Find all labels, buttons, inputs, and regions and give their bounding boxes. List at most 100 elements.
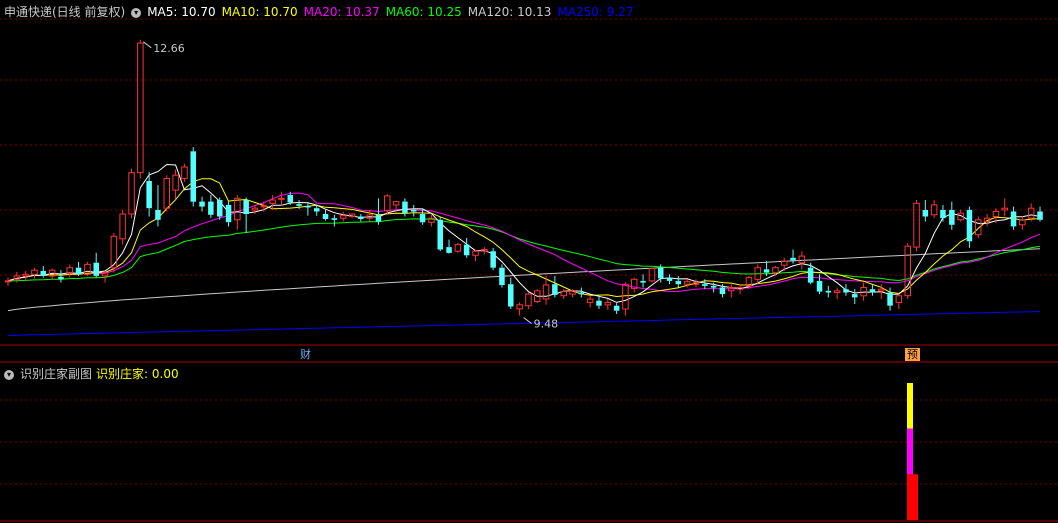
candle[interactable] xyxy=(1037,206,1043,222)
candle[interactable] xyxy=(314,205,320,216)
stock-title: 申通快递(日线 前复权) xyxy=(4,5,126,19)
candle[interactable] xyxy=(736,284,744,295)
candle[interactable] xyxy=(552,275,558,298)
candle-body xyxy=(4,280,12,283)
candlestick-series[interactable] xyxy=(4,39,1043,316)
candle[interactable] xyxy=(155,185,161,227)
price-annotations: 12.66 9.48 xyxy=(143,41,558,331)
candle[interactable] xyxy=(305,203,311,216)
candle[interactable] xyxy=(843,284,849,296)
candle-body xyxy=(217,200,223,217)
candle[interactable] xyxy=(904,242,911,300)
candle[interactable] xyxy=(454,242,462,253)
candle[interactable] xyxy=(31,267,38,279)
candle[interactable] xyxy=(949,201,955,230)
candle[interactable] xyxy=(481,247,488,255)
candle[interactable] xyxy=(922,199,929,222)
candle-body xyxy=(816,280,823,292)
candle[interactable] xyxy=(437,216,444,252)
candle[interactable] xyxy=(243,197,249,234)
financial-report-marker[interactable]: 财 xyxy=(298,348,313,361)
candle[interactable] xyxy=(225,201,232,227)
candle[interactable] xyxy=(172,169,179,200)
candle[interactable] xyxy=(1001,198,1008,217)
candle-body xyxy=(243,200,249,214)
candle[interactable] xyxy=(596,295,602,309)
candle[interactable] xyxy=(852,289,858,305)
candle-body xyxy=(895,295,903,303)
candle-body xyxy=(675,280,682,285)
candle[interactable] xyxy=(322,209,329,221)
candle[interactable] xyxy=(499,264,505,288)
candle[interactable] xyxy=(110,233,118,273)
candle[interactable] xyxy=(869,284,876,296)
candle[interactable] xyxy=(75,261,82,276)
candle[interactable] xyxy=(640,274,646,288)
candle[interactable] xyxy=(508,277,514,309)
candle-body xyxy=(719,287,726,295)
candle[interactable] xyxy=(278,191,285,206)
candle[interactable] xyxy=(428,214,435,227)
candle[interactable] xyxy=(22,270,29,281)
candle[interactable] xyxy=(137,39,144,179)
candle[interactable] xyxy=(754,264,761,285)
forecast-marker[interactable]: 预 xyxy=(905,348,920,361)
candle[interactable] xyxy=(199,196,205,212)
candle[interactable] xyxy=(631,277,638,293)
candle[interactable] xyxy=(895,294,903,309)
candle[interactable] xyxy=(833,287,841,300)
candle[interactable] xyxy=(366,209,373,222)
candle[interactable] xyxy=(604,299,612,310)
candle[interactable] xyxy=(1019,216,1026,230)
candle[interactable] xyxy=(208,195,214,219)
candle[interactable] xyxy=(358,214,364,222)
candle[interactable] xyxy=(446,239,452,254)
candle[interactable] xyxy=(666,274,673,285)
candle[interactable] xyxy=(128,168,135,219)
candle[interactable] xyxy=(40,266,47,278)
candle[interactable] xyxy=(940,204,946,222)
high-pointer xyxy=(143,41,152,49)
candle[interactable] xyxy=(463,237,470,258)
ma-legend: MA5: 10.70 MA10: 10.70 MA20: 10.37 MA60: 10… xyxy=(147,5,639,19)
candle[interactable] xyxy=(525,292,532,309)
candle-body xyxy=(13,275,21,280)
candle-body xyxy=(146,181,152,209)
candle[interactable] xyxy=(84,261,91,276)
ma120-line xyxy=(7,248,1041,312)
candle[interactable] xyxy=(578,287,585,298)
candle[interactable] xyxy=(4,277,12,286)
candle[interactable] xyxy=(930,199,938,219)
candle[interactable] xyxy=(119,209,126,245)
candle[interactable] xyxy=(181,163,188,182)
candle[interactable] xyxy=(825,285,832,298)
candle-body xyxy=(790,257,796,261)
candle[interactable] xyxy=(586,295,594,308)
candle[interactable] xyxy=(217,197,223,220)
candle[interactable] xyxy=(472,249,479,262)
candle[interactable] xyxy=(411,204,417,217)
candle[interactable] xyxy=(613,303,620,314)
candle[interactable] xyxy=(93,252,100,278)
candle[interactable] xyxy=(966,206,973,248)
candle[interactable] xyxy=(331,214,338,227)
candle[interactable] xyxy=(516,302,523,316)
candle[interactable] xyxy=(58,270,64,283)
candle[interactable] xyxy=(675,275,682,288)
candle-body xyxy=(278,197,285,200)
candle[interactable] xyxy=(913,199,920,252)
candle[interactable] xyxy=(772,266,779,276)
candle[interactable] xyxy=(66,264,73,278)
candle[interactable] xyxy=(339,211,347,222)
candle-body xyxy=(569,290,576,295)
candle[interactable] xyxy=(569,289,576,298)
sub-indicator-settings-icon[interactable]: ▾ xyxy=(4,369,14,380)
candle[interactable] xyxy=(490,247,496,271)
ma-legend-item: MA20: 10.37 xyxy=(303,5,380,19)
candle[interactable] xyxy=(384,194,391,215)
candle[interactable] xyxy=(728,284,735,298)
candle-body xyxy=(305,205,311,208)
candle[interactable] xyxy=(190,147,197,207)
grid-lines xyxy=(0,18,1058,522)
indicator-settings-icon[interactable]: ▾ xyxy=(131,7,142,18)
